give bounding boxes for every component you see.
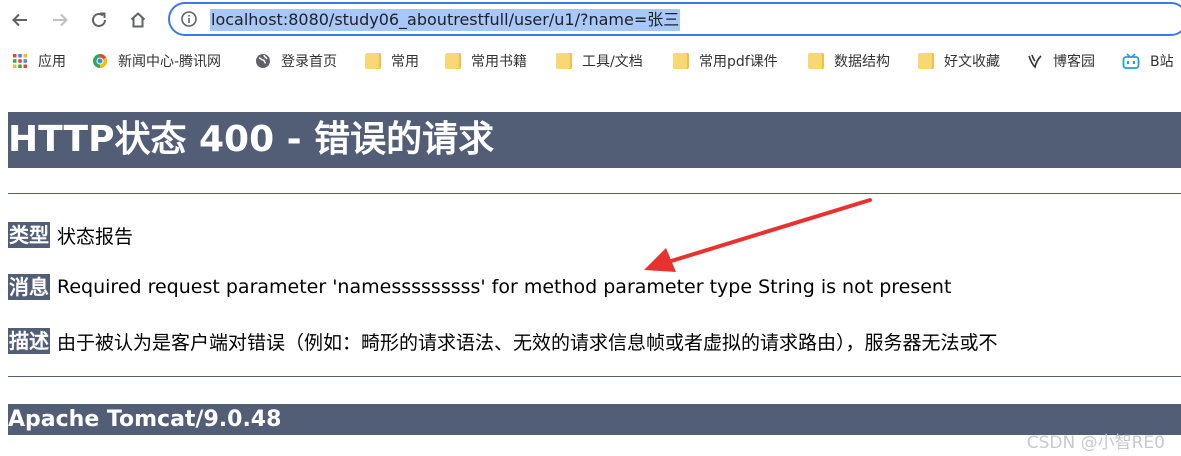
bookmark-label: 新闻中心-腾讯网: [118, 54, 222, 70]
description-row: 描述 由于被认为是客户端对错误（例如：畸形的请求语法、无效的请求信息帧或者虚拟的…: [8, 327, 998, 355]
back-arrow-icon: [12, 13, 27, 27]
bookmark-label: 工具/文档: [582, 54, 643, 70]
home-button[interactable]: [124, 6, 152, 34]
apps-grid-icon: [13, 54, 27, 68]
folder-icon: [365, 53, 381, 69]
info-icon[interactable]: [180, 10, 198, 28]
folder-icon: [445, 53, 461, 69]
home-icon: [130, 12, 146, 28]
divider: [8, 193, 1181, 194]
description-value: 由于被认为是客户端对错误（例如：畸形的请求语法、无效的请求信息帧或者虚拟的请求路…: [57, 331, 998, 354]
folder-icon: [556, 53, 572, 69]
server-footer: Apache Tomcat/9.0.48: [8, 404, 1181, 435]
bilibili-icon: [1122, 53, 1140, 69]
forward-button[interactable]: [46, 6, 74, 34]
folder-icon: [808, 53, 824, 69]
bookmark-label: 好文收藏: [944, 54, 1000, 70]
bookmark-folder-common[interactable]: 常用: [365, 51, 419, 71]
divider: [8, 376, 1181, 377]
url-text[interactable]: localhost:8080/study06_aboutrestfull/use…: [210, 9, 681, 31]
csdn-watermark: CSDN @小智RE0: [1026, 433, 1165, 453]
bookmark-label: B站: [1150, 54, 1174, 70]
bookmark-bilibili[interactable]: B站: [1122, 51, 1174, 71]
folder-icon: [673, 53, 689, 69]
message-label: 消息: [8, 274, 50, 300]
error-page: HTTP状态 400 - 错误的请求 类型 状态报告 消息 Required r…: [0, 80, 1181, 456]
message-value: Required request parameter 'namessssssss…: [57, 276, 952, 298]
type-row: 类型 状态报告: [8, 221, 133, 249]
bookmark-apps[interactable]: 应用: [12, 51, 66, 71]
bookmark-label: 登录首页: [281, 54, 337, 70]
bookmarks-bar: 应用 新闻中心-腾讯网 登录首页 常用 常用书籍 工具/文档 常用pdf课件 数…: [0, 42, 1181, 80]
tencent-news-icon: [93, 53, 108, 69]
bookmark-folder-pdf[interactable]: 常用pdf课件: [673, 51, 778, 71]
reload-button[interactable]: [85, 6, 113, 34]
bookmark-login-home[interactable]: 登录首页: [255, 51, 337, 71]
bookmark-label: 数据结构: [834, 54, 890, 70]
page-title: HTTP状态 400 - 错误的请求: [8, 112, 1181, 168]
globe-icon: [256, 54, 270, 68]
bookmark-label: 博客园: [1053, 54, 1095, 70]
bookmark-folder-articles[interactable]: 好文收藏: [918, 51, 1000, 71]
type-value: 状态报告: [57, 225, 134, 248]
description-label: 描述: [8, 328, 50, 354]
forward-arrow-icon: [53, 13, 68, 27]
bookmark-tencent-news[interactable]: 新闻中心-腾讯网: [92, 51, 221, 71]
cnblogs-icon: [1028, 54, 1042, 69]
bookmark-folder-books[interactable]: 常用书籍: [445, 51, 527, 71]
bookmark-folder-data-structures[interactable]: 数据结构: [808, 51, 890, 71]
browser-toolbar: localhost:8080/study06_aboutrestfull/use…: [0, 0, 1181, 42]
folder-icon: [918, 53, 934, 69]
address-bar[interactable]: localhost:8080/study06_aboutrestfull/use…: [168, 2, 1181, 36]
bookmark-label: 常用pdf课件: [699, 54, 778, 70]
type-label: 类型: [8, 222, 50, 248]
reload-icon: [92, 12, 106, 27]
bookmark-folder-tools[interactable]: 工具/文档: [556, 51, 643, 71]
bookmark-label: 常用: [391, 54, 419, 70]
bookmark-label: 常用书籍: [471, 54, 527, 70]
back-button[interactable]: [6, 6, 34, 34]
bookmark-cnblogs[interactable]: 博客园: [1027, 51, 1095, 71]
bookmark-label: 应用: [38, 54, 66, 70]
message-row: 消息 Required request parameter 'namesssss…: [8, 273, 951, 301]
